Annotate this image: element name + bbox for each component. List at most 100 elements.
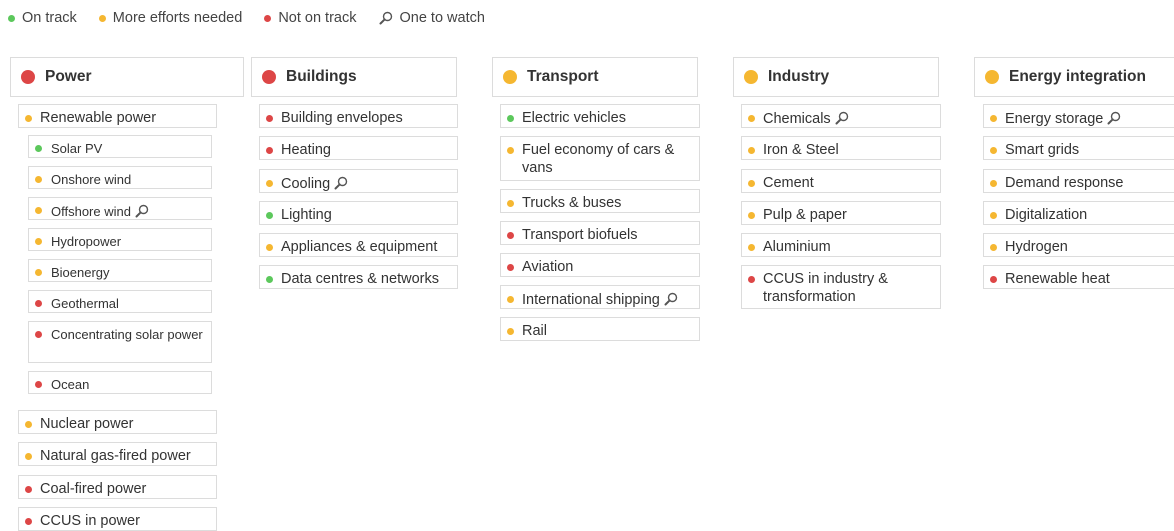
list-item[interactable]: Appliances & equipment <box>259 233 458 257</box>
list-item[interactable]: Geothermal <box>28 290 212 313</box>
legend-item-not-on-track[interactable]: Not on track <box>264 10 356 26</box>
list-item[interactable]: Electric vehicles <box>500 104 700 128</box>
list-item[interactable]: Demand response <box>983 169 1174 193</box>
item-label: Cement <box>763 174 936 192</box>
list-item[interactable]: Transport biofuels <box>500 221 700 245</box>
magnifier-icon <box>834 110 850 126</box>
column-header-transport[interactable]: Transport <box>492 57 698 97</box>
item-label: Aluminium <box>763 238 936 256</box>
item-label: Hydropower <box>51 233 207 250</box>
item-label-text: Solar PV <box>51 141 103 156</box>
item-label-text: Coal-fired power <box>40 481 147 497</box>
item-label-text: Pulp & paper <box>763 207 847 223</box>
item-label-text: Data centres & networks <box>281 271 439 287</box>
list-item[interactable]: Renewable power <box>18 104 217 128</box>
magnifier-icon <box>663 291 679 307</box>
list-item[interactable]: Ocean <box>28 371 212 394</box>
list-item[interactable]: Smart grids <box>983 136 1174 160</box>
list-item[interactable]: Renewable heat <box>983 265 1174 289</box>
status-dot <box>266 244 273 251</box>
item-label-text: Aluminium <box>763 239 831 255</box>
list-item[interactable]: Bioenergy <box>28 259 212 282</box>
column-header-energy-integration[interactable]: Energy integration <box>974 57 1174 97</box>
status-dot <box>25 486 32 493</box>
status-dot <box>25 453 32 460</box>
list-item[interactable]: Hydropower <box>28 228 212 251</box>
list-item[interactable]: Natural gas-fired power <box>18 442 217 466</box>
column-title: Buildings <box>286 68 357 85</box>
column-header-power[interactable]: Power <box>10 57 244 97</box>
list-item[interactable]: Onshore wind <box>28 166 212 189</box>
status-dot <box>748 276 755 283</box>
list-item[interactable]: Nuclear power <box>18 410 217 434</box>
item-label: International shipping <box>522 290 695 309</box>
item-label: CCUS in power <box>40 512 212 530</box>
item-label-text: Concentrating solar power <box>51 327 203 342</box>
item-label-text: Aviation <box>522 259 574 275</box>
column-power: Power <box>10 57 244 97</box>
item-label-text: International shipping <box>522 292 660 308</box>
status-dot <box>990 212 997 219</box>
item-label: Concentrating solar power <box>51 326 207 343</box>
status-dot <box>35 145 42 152</box>
item-label-text: Iron & Steel <box>763 142 839 158</box>
status-dot <box>990 180 997 187</box>
item-label: Digitalization <box>1005 206 1174 224</box>
item-label: Fuel economy of cars & vans <box>522 141 695 177</box>
legend-label: More efforts needed <box>112 10 243 26</box>
list-item[interactable]: Fuel economy of cars & vans <box>500 136 700 181</box>
list-item[interactable]: Cement <box>741 169 941 193</box>
column-buildings: Buildings <box>251 57 457 97</box>
item-label: Building envelopes <box>281 109 453 127</box>
status-dot <box>990 115 997 122</box>
item-label: CCUS in industry & transformation <box>763 270 936 306</box>
column-title: Power <box>45 68 92 85</box>
list-item[interactable]: CCUS in power <box>18 507 217 531</box>
list-item[interactable]: Offshore wind <box>28 197 212 220</box>
list-item[interactable]: Heating <box>259 136 458 160</box>
legend-label: One to watch <box>399 10 485 26</box>
list-item[interactable]: CCUS in industry & transformation <box>741 265 941 309</box>
list-item[interactable]: Digitalization <box>983 201 1174 225</box>
item-label-text: Smart grids <box>1005 142 1080 158</box>
list-item[interactable]: Lighting <box>259 201 458 225</box>
list-item[interactable]: Cooling <box>259 169 458 193</box>
item-label-text: Nuclear power <box>40 416 134 432</box>
item-label: Energy storage <box>1005 109 1174 128</box>
status-dot <box>748 244 755 251</box>
list-item[interactable]: Coal-fired power <box>18 475 217 499</box>
list-item[interactable]: Aluminium <box>741 233 941 257</box>
column-header-industry[interactable]: Industry <box>733 57 939 97</box>
column-header-buildings[interactable]: Buildings <box>251 57 457 97</box>
item-label: Onshore wind <box>51 171 207 188</box>
status-dot <box>507 296 514 303</box>
column-industry: Industry <box>733 57 939 97</box>
list-item[interactable]: Data centres & networks <box>259 265 458 289</box>
list-item[interactable]: Energy storage <box>983 104 1174 128</box>
item-label: Geothermal <box>51 295 207 312</box>
list-item[interactable]: Aviation <box>500 253 700 277</box>
list-item[interactable]: Chemicals <box>741 104 941 128</box>
list-item[interactable]: Solar PV <box>28 135 212 158</box>
list-item[interactable]: International shipping <box>500 285 700 309</box>
item-label-text: Natural gas-fired power <box>40 448 191 464</box>
item-label: Iron & Steel <box>763 141 936 159</box>
legend-item-more-efforts[interactable]: More efforts needed <box>98 10 243 26</box>
item-label: Pulp & paper <box>763 206 936 224</box>
list-item[interactable]: Iron & Steel <box>741 136 941 160</box>
list-item[interactable]: Pulp & paper <box>741 201 941 225</box>
list-item[interactable]: Building envelopes <box>259 104 458 128</box>
status-dot <box>748 212 755 219</box>
list-item[interactable]: Rail <box>500 317 700 341</box>
item-label: Offshore wind <box>51 202 207 220</box>
item-label-text: Digitalization <box>1005 207 1088 223</box>
list-item[interactable]: Hydrogen <box>983 233 1174 257</box>
list-item[interactable]: Concentrating solar power <box>28 321 212 363</box>
list-item[interactable]: Trucks & buses <box>500 189 700 213</box>
legend-item-one-to-watch[interactable]: One to watch <box>378 10 485 26</box>
status-dot <box>35 331 42 338</box>
status-dot <box>25 518 32 525</box>
status-dot <box>507 264 514 271</box>
status-dot <box>8 14 15 22</box>
legend-item-on-track[interactable]: On track <box>8 10 77 26</box>
